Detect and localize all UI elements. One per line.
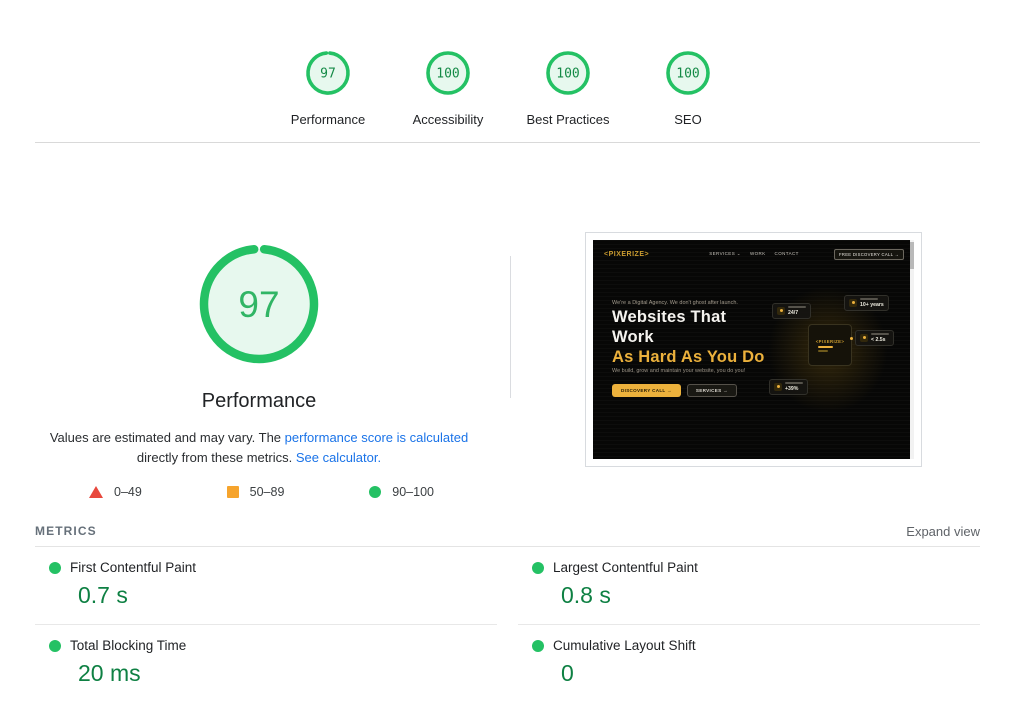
metric-value: 0 [561, 660, 574, 686]
metric-name: Cumulative Layout Shift [553, 638, 696, 653]
vertical-divider [510, 256, 511, 398]
legend-range: 90–100 [392, 485, 434, 499]
badge-icon [860, 333, 868, 342]
performance-description: Values are estimated and may vary. The p… [39, 428, 479, 468]
pass-circle-icon [369, 486, 382, 498]
gauge-label: Best Practices [526, 112, 610, 127]
metrics-header: METRICS Expand view [35, 521, 980, 547]
performance-gauge-icon: 97 [306, 51, 350, 95]
legend-range: 50–89 [249, 485, 285, 499]
accessibility-gauge-icon: 100 [426, 51, 470, 95]
nav-contact: CONTACT [774, 251, 799, 256]
best-practices-gauge-icon: 100 [546, 51, 590, 95]
metrics-section-title: METRICS [35, 524, 97, 538]
legend-range: 0–49 [114, 485, 142, 499]
site-headline: Websites That Work As Hard As You Do [612, 307, 765, 367]
badge-icon [774, 382, 782, 391]
badge-load-time: < 2.5s [855, 330, 894, 346]
legend-item-pass: 90–100 [369, 485, 434, 499]
site-logo: <PIXERIZE> [604, 250, 650, 258]
metric-first-contentful-paint: First Contentful Paint 0.7 s [35, 547, 497, 625]
card-bar-decoration [818, 349, 828, 352]
final-screenshot-thumbnail: <PIXERIZE> SERVICES ⌄ WORK CONTACT FREE … [585, 232, 922, 467]
legend-item-average: 50–89 [226, 485, 285, 499]
metric-largest-contentful-paint: Largest Contentful Paint 0.8 s [518, 547, 980, 625]
category-gauges-row: 97 Performance 100 Accessibility 100 Bes… [268, 49, 748, 127]
score-legend: 0–49 50–89 90–100 [89, 485, 434, 499]
gauge-performance[interactable]: 97 Performance [268, 49, 388, 127]
nav-services: SERVICES ⌄ [709, 251, 741, 256]
description-text: directly from these metrics. [136, 450, 296, 465]
score-calculated-link[interactable]: performance score is calculated [285, 430, 469, 445]
card-logo: <PIXERIZE> [815, 338, 845, 344]
performance-section-title: Performance [201, 390, 317, 412]
badge-icon [777, 306, 785, 315]
see-calculator-link[interactable]: See calculator. [296, 450, 381, 465]
fail-triangle-icon [89, 486, 103, 498]
metric-value: 20 ms [78, 660, 141, 686]
performance-score-gauge: 97 [199, 244, 319, 364]
pass-dot-icon [49, 561, 61, 574]
nav-work: WORK [749, 251, 766, 256]
svg-text:100: 100 [556, 67, 579, 82]
badge-label-decoration [871, 333, 889, 335]
description-text: Values are estimated and may vary. The [49, 430, 285, 445]
site-eyebrow-text: We're a Digital Agency. We don't ghost a… [612, 300, 738, 306]
metric-value: 0.7 s [78, 582, 128, 608]
metric-name: Total Blocking Time [70, 638, 187, 653]
headline-accent: As Hard As You Do [612, 348, 765, 366]
badge-label-decoration [788, 306, 806, 308]
metric-value: 0.8 s [561, 582, 611, 608]
svg-text:97: 97 [320, 67, 336, 82]
average-square-icon [226, 486, 239, 498]
site-header: <PIXERIZE> SERVICES ⌄ WORK CONTACT FREE … [604, 247, 904, 261]
site-buttons: DISCOVERY CALL → SERVICES → [612, 384, 737, 397]
gauge-label: Performance [290, 112, 366, 127]
metric-cumulative-layout-shift: Cumulative Layout Shift 0 [518, 625, 980, 702]
svg-text:100: 100 [676, 67, 699, 82]
gauge-label: SEO [674, 112, 702, 127]
site-nav: SERVICES ⌄ WORK CONTACT [709, 251, 799, 257]
lighthouse-report: 97 Performance 100 Accessibility 100 Bes… [0, 0, 1015, 722]
services-button: SERVICES → [686, 384, 737, 397]
floating-logo-card: <PIXERIZE> [808, 324, 853, 366]
headline-line1: Websites That [612, 308, 727, 326]
headline-line2: Work [612, 328, 654, 346]
badge-experience: 10+ years [844, 295, 889, 311]
chevron-down-icon: ⌄ [736, 251, 741, 256]
site-subtext: We build, grow and maintain your website… [612, 368, 746, 374]
badge-icon [849, 298, 857, 307]
pass-dot-icon [49, 639, 61, 652]
website-screenshot: <PIXERIZE> SERVICES ⌄ WORK CONTACT FREE … [593, 240, 914, 459]
gauge-accessibility[interactable]: 100 Accessibility [388, 49, 508, 127]
thumbnail-scrollbar [910, 240, 914, 459]
thumbnail-scrollbar-thumb [910, 242, 914, 269]
header-divider [35, 142, 980, 143]
card-bar-decoration [818, 345, 833, 348]
seo-gauge-icon: 100 [666, 51, 710, 95]
expand-view-toggle[interactable]: Expand view [906, 524, 980, 539]
gauge-label: Accessibility [412, 112, 484, 127]
badge-availability: 24/7 [772, 303, 811, 319]
gauge-seo[interactable]: 100 SEO [628, 49, 748, 127]
metrics-grid: First Contentful Paint 0.7 s Largest Con… [35, 547, 980, 702]
metric-total-blocking-time: Total Blocking Time 20 ms [35, 625, 497, 702]
svg-text:100: 100 [436, 67, 459, 82]
badge-growth: +39% [769, 379, 808, 395]
card-dot-decoration [850, 337, 853, 340]
site-cta-button: FREE DISCOVERY CALL → [834, 248, 904, 260]
pass-dot-icon [532, 561, 544, 574]
metric-name: First Contentful Paint [70, 560, 197, 575]
pass-dot-icon [532, 639, 544, 652]
discovery-call-button: DISCOVERY CALL → [612, 384, 681, 397]
svg-text:97: 97 [238, 284, 279, 325]
badge-label-decoration [785, 382, 803, 384]
metric-name: Largest Contentful Paint [553, 560, 698, 575]
badge-label-decoration [860, 298, 878, 300]
gauge-best-practices[interactable]: 100 Best Practices [508, 49, 628, 127]
legend-item-fail: 0–49 [89, 485, 142, 499]
